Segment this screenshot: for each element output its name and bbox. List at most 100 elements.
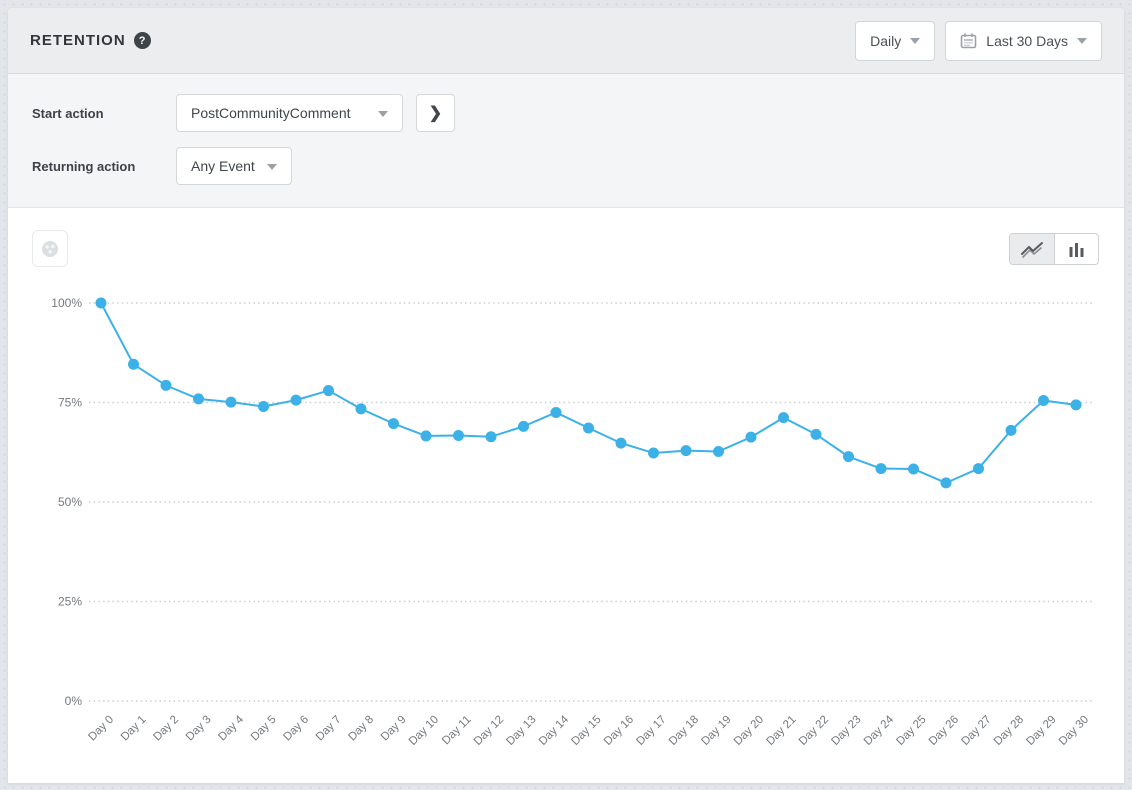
x-axis-tick-label: Day 5 — [249, 714, 279, 744]
returning-action-value: Any Event — [191, 158, 255, 174]
granularity-value: Daily — [870, 33, 901, 49]
data-point-day-8 — [356, 403, 367, 414]
chevron-down-icon — [1077, 38, 1087, 44]
x-axis-tick-label: Day 14 — [537, 713, 572, 748]
x-axis-tick-label: Day 25 — [894, 714, 928, 748]
x-axis-tick-label: Day 18 — [667, 714, 701, 748]
x-axis-tick-label: Day 3 — [184, 714, 214, 744]
data-point-day-10 — [421, 430, 432, 441]
data-point-day-26 — [941, 477, 952, 488]
data-point-day-22 — [811, 429, 822, 440]
x-axis-tick-label: Day 24 — [862, 713, 897, 748]
data-point-day-14 — [551, 407, 562, 418]
data-point-day-6 — [291, 395, 302, 406]
x-axis-tick-label: Day 2 — [151, 714, 181, 744]
header-actions: Daily Last 30 Days — [855, 21, 1102, 61]
data-point-day-7 — [323, 385, 334, 396]
data-point-day-1 — [128, 359, 139, 370]
chevron-down-icon — [910, 38, 920, 44]
retention-controls: Start action PostCommunityComment ❯ Retu… — [8, 74, 1124, 208]
chart-section: 100% 75% 50% 25% 0%Day 0Day 1Day 2Day 3Day 4… — [8, 208, 1124, 783]
y-axis-tick-label: 25% — [58, 595, 82, 609]
data-point-day-0 — [96, 298, 107, 309]
line-chart-toggle[interactable] — [1010, 234, 1054, 264]
x-axis-tick-label: Day 9 — [379, 714, 409, 744]
data-point-day-23 — [843, 451, 854, 462]
data-point-day-15 — [583, 422, 594, 433]
x-axis-tick-label: Day 12 — [472, 714, 506, 748]
returning-action-row: Returning action Any Event — [32, 147, 1100, 185]
x-axis-tick-label: Day 4 — [216, 713, 246, 743]
x-axis-tick-label: Day 13 — [504, 714, 538, 748]
data-point-day-4 — [226, 397, 237, 408]
granularity-dropdown[interactable]: Daily — [855, 21, 935, 61]
data-point-day-12 — [486, 431, 497, 442]
line-chart-icon — [1020, 241, 1044, 258]
chevron-down-icon — [267, 164, 277, 170]
data-point-day-28 — [1006, 425, 1017, 436]
y-axis-tick-label: 100% — [51, 296, 82, 310]
retention-line-chart[interactable]: 100% 75% 50% 25% 0%Day 0Day 1Day 2Day 3Day 4… — [8, 208, 1124, 783]
data-point-day-27 — [973, 463, 984, 474]
x-axis-tick-label: Day 17 — [634, 714, 668, 748]
data-point-day-18 — [681, 445, 692, 456]
data-point-day-9 — [388, 418, 399, 429]
y-axis-tick-label: 75% — [58, 396, 82, 410]
data-point-day-25 — [908, 463, 919, 474]
panel-header: RETENTION ? Daily Last 30 D — [8, 8, 1124, 74]
x-axis-tick-label: Day 30 — [1057, 714, 1091, 748]
x-axis-tick-label: Day 23 — [829, 714, 863, 748]
data-point-day-17 — [648, 448, 659, 459]
data-point-day-19 — [713, 446, 724, 457]
y-axis-tick-label: 50% — [58, 495, 82, 509]
data-point-day-24 — [876, 463, 887, 474]
data-point-day-29 — [1038, 395, 1049, 406]
help-icon[interactable]: ? — [134, 32, 151, 49]
data-point-day-21 — [778, 412, 789, 423]
retention-panel: RETENTION ? Daily Last 30 D — [8, 8, 1124, 783]
calendar-icon — [960, 32, 977, 49]
x-axis-tick-label: Day 8 — [346, 714, 376, 744]
data-point-day-2 — [161, 380, 172, 391]
data-point-day-30 — [1071, 399, 1082, 410]
date-range-value: Last 30 Days — [986, 33, 1068, 49]
x-axis-tick-label: Day 6 — [281, 714, 311, 744]
y-axis-tick-label: 0% — [65, 694, 83, 708]
chevron-down-icon — [378, 111, 388, 117]
x-axis-tick-label: Day 7 — [314, 714, 344, 744]
x-axis-tick-label: Day 0 — [86, 714, 116, 744]
page-title: RETENTION — [30, 32, 126, 49]
x-axis-tick-label: Day 10 — [407, 714, 441, 748]
segmentation-button[interactable] — [32, 230, 68, 267]
data-point-day-11 — [453, 430, 464, 441]
start-action-row: Start action PostCommunityComment ❯ — [32, 94, 1100, 132]
retention-series-line — [101, 303, 1076, 483]
x-axis-tick-label: Day 21 — [764, 714, 798, 748]
data-point-day-3 — [193, 393, 204, 404]
pie-segmentation-icon — [40, 239, 60, 259]
bar-chart-toggle[interactable] — [1054, 234, 1098, 264]
returning-action-label: Returning action — [32, 159, 176, 174]
x-axis-tick-label: Day 19 — [699, 714, 733, 748]
start-action-label: Start action — [32, 106, 176, 121]
returning-action-select[interactable]: Any Event — [176, 147, 292, 185]
x-axis-tick-label: Day 29 — [1024, 714, 1058, 748]
x-axis-tick-label: Day 26 — [927, 714, 961, 748]
data-point-day-5 — [258, 401, 269, 412]
data-point-day-20 — [746, 432, 757, 443]
start-action-select[interactable]: PostCommunityComment — [176, 94, 403, 132]
data-point-day-13 — [518, 421, 529, 432]
x-axis-tick-label: Day 11 — [440, 714, 474, 748]
chart-type-toggle — [1009, 233, 1099, 265]
x-axis-tick-label: Day 22 — [797, 714, 831, 748]
next-step-button[interactable]: ❯ — [416, 94, 455, 132]
x-axis-tick-label: Day 1 — [119, 714, 149, 744]
bar-chart-icon — [1069, 242, 1085, 257]
x-axis-tick-label: Day 15 — [569, 714, 603, 748]
x-axis-tick-label: Day 20 — [732, 714, 766, 748]
start-action-value: PostCommunityComment — [191, 105, 351, 121]
date-range-dropdown[interactable]: Last 30 Days — [945, 21, 1102, 61]
x-axis-tick-label: Day 27 — [959, 714, 993, 748]
x-axis-tick-label: Day 16 — [602, 714, 636, 748]
x-axis-tick-label: Day 28 — [992, 714, 1026, 748]
